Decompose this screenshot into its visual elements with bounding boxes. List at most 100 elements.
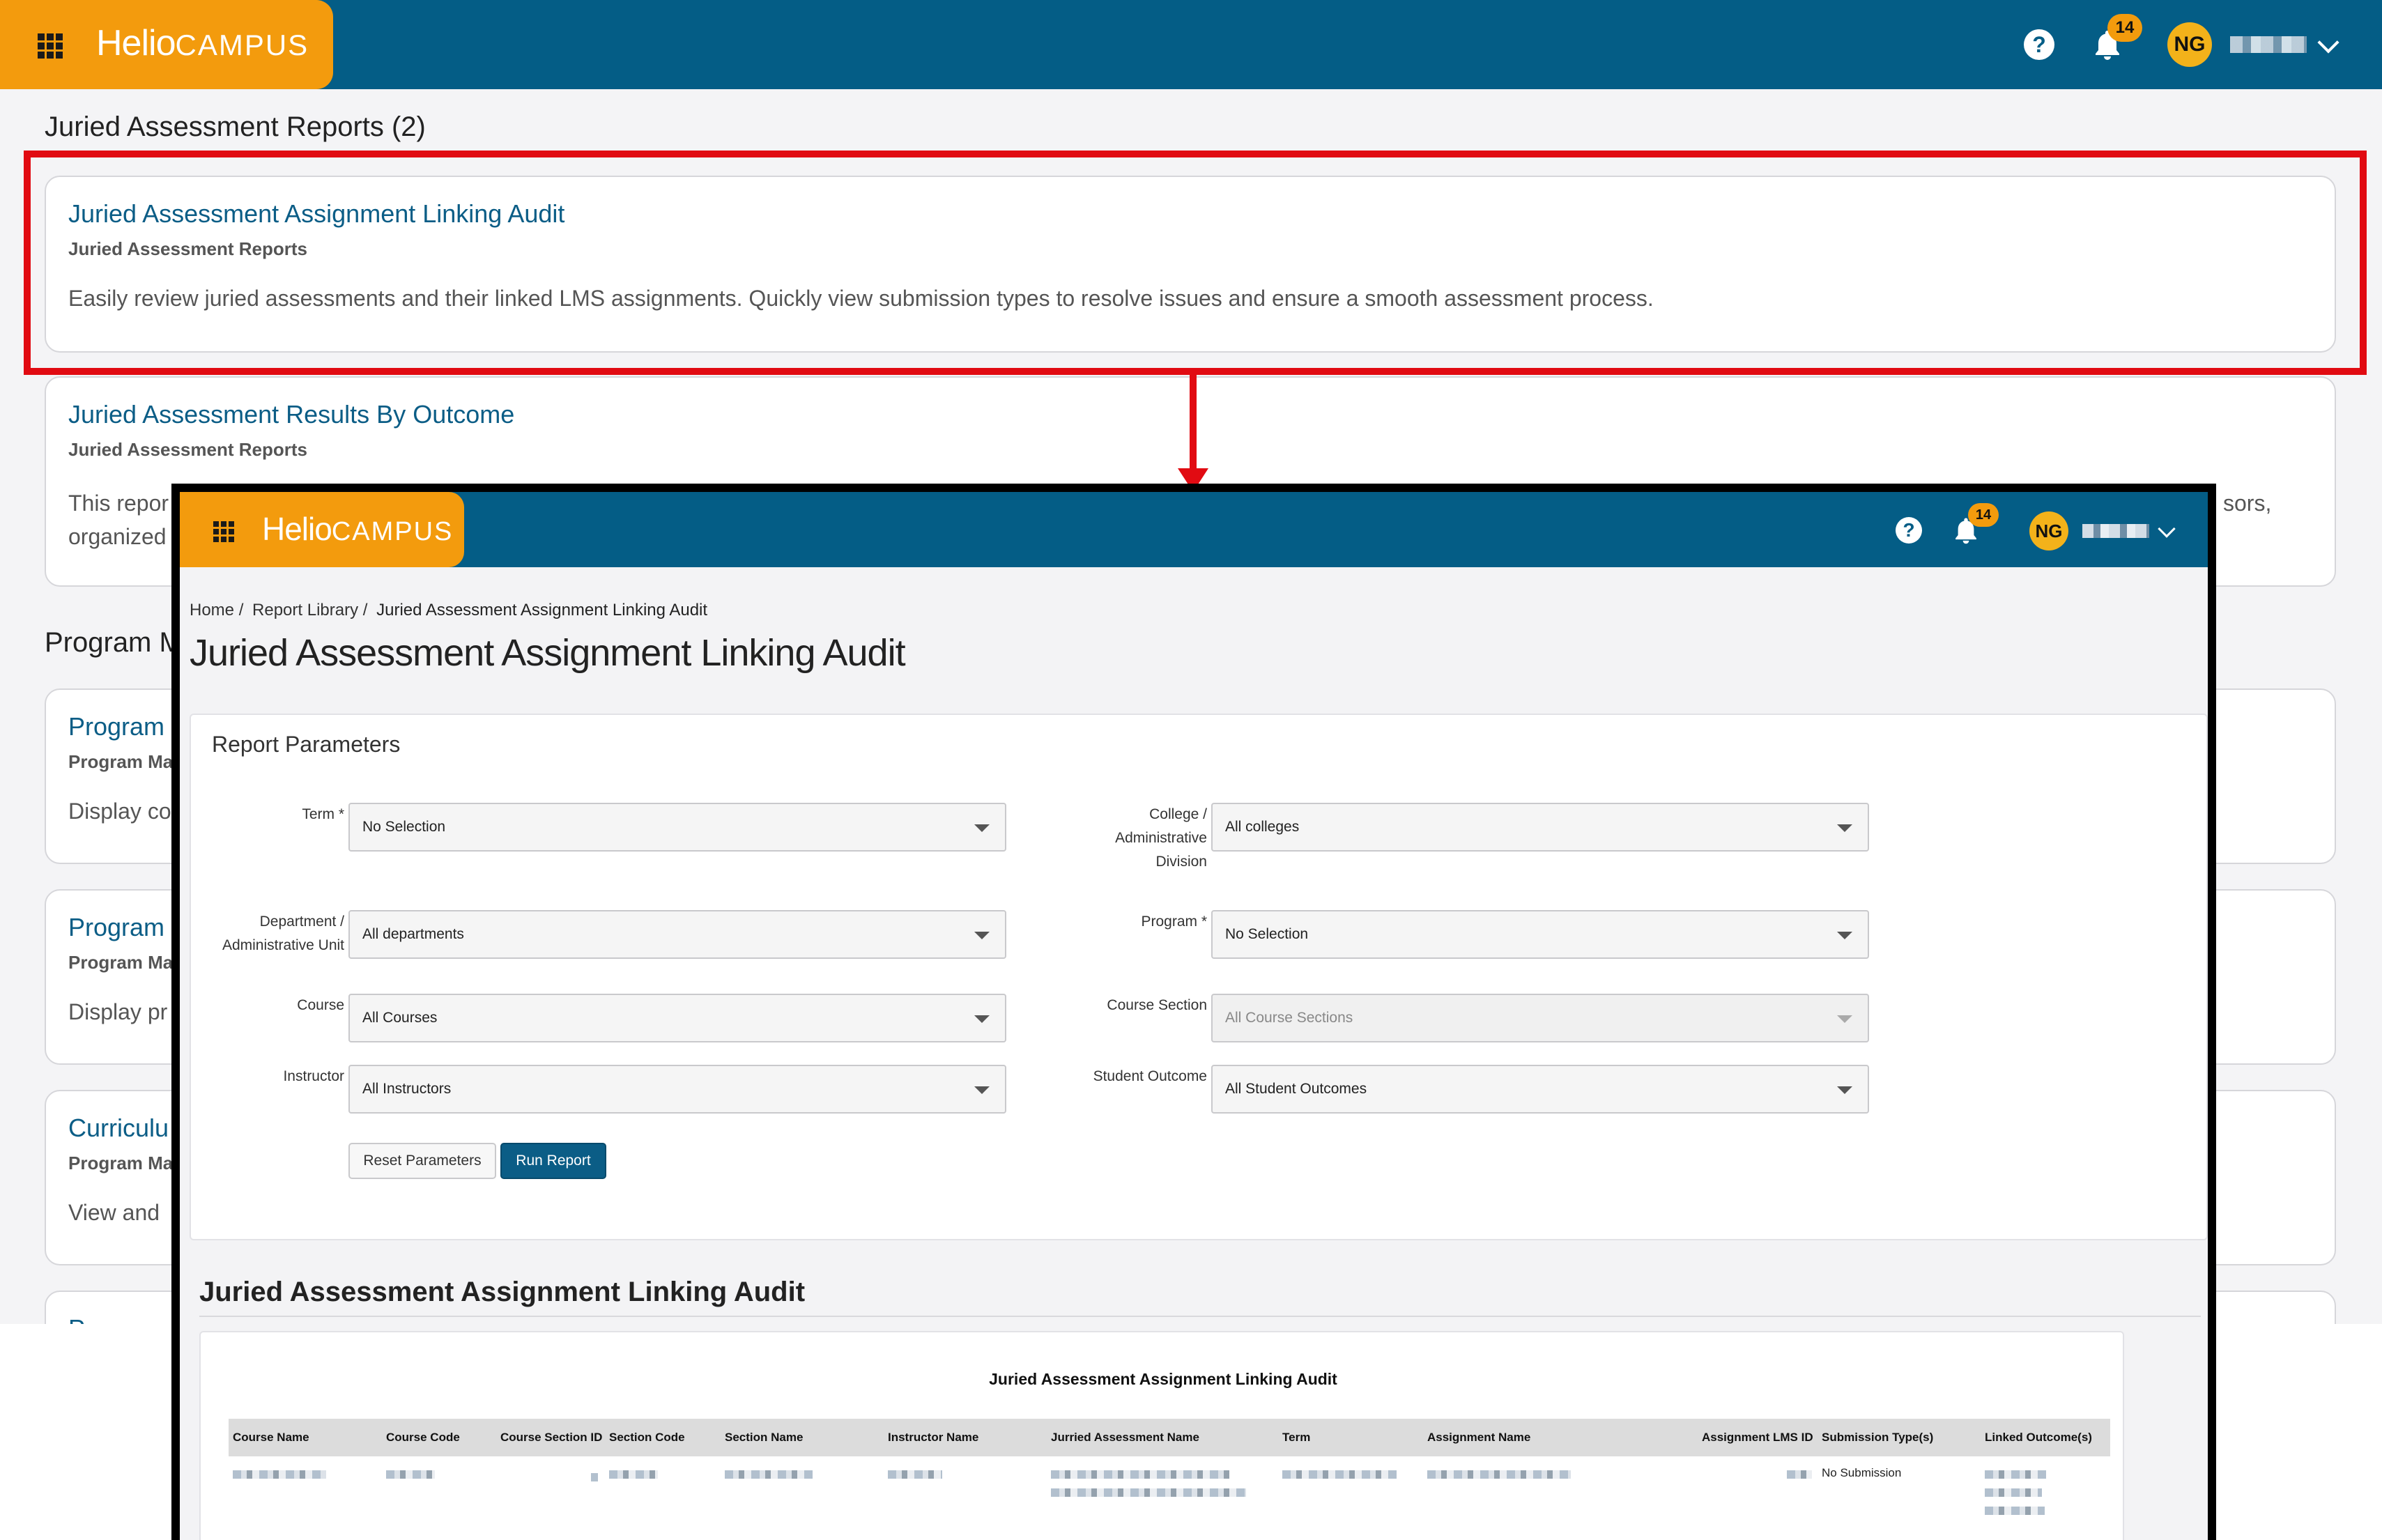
user-avatar[interactable]: NG [2167,22,2212,67]
department-select[interactable]: All departments [348,910,1006,959]
table-header: Course Name Course Code Course Section I… [229,1419,2110,1456]
heliocampus-logo[interactable]: HelioCAMPUS [96,22,309,64]
user-name-redacted [2082,524,2149,538]
report-results-card: Juried Assessment Assignment Linking Aud… [199,1331,2124,1540]
section-title: Program M [45,627,183,658]
redacted-cell [1282,1470,1397,1479]
redacted-cell [386,1470,435,1479]
redacted-cell [591,1473,598,1481]
report-card-title[interactable]: Juried Assessment Results By Outcome [68,400,514,429]
course-section-label: Course Section [1107,997,1207,1013]
results-title: Juried Assessment Assignment Linking Aud… [199,1277,806,1307]
dropdown-arrow-icon [974,1015,990,1023]
report-card-title[interactable]: Program [68,913,164,942]
redacted-cell [1051,1470,1229,1479]
redacted-cell [609,1470,658,1479]
page-title: Juried Assessment Assignment Linking Aud… [190,632,906,674]
column-header[interactable]: Course Name [233,1419,309,1456]
report-card-description: Display co [68,799,171,824]
breadcrumb-home[interactable]: Home / [190,601,243,619]
top-navigation-bar: HelioCAMPUS ? 14 NG [180,492,2208,567]
instructor-select[interactable]: All Instructors [348,1065,1006,1114]
column-header[interactable]: Course Section ID [500,1419,602,1456]
column-header[interactable]: Linked Outcome(s) [1985,1419,2092,1456]
redacted-cell [233,1470,326,1479]
department-label: Department / Administrative Unit [222,914,344,953]
brand-area: HelioCAMPUS [180,492,464,567]
app-launcher-icon[interactable] [213,521,234,542]
user-name-redacted [2230,36,2307,53]
column-header[interactable]: Term [1282,1419,1310,1456]
redacted-cell [725,1470,813,1479]
top-navigation-bar: HelioCAMPUS ? 14 NG [0,0,2382,89]
help-icon[interactable]: ? [2024,29,2054,60]
table-title: Juried Assessment Assignment Linking Aud… [989,1370,1337,1388]
user-avatar[interactable]: NG [2029,511,2068,550]
report-card-category: Juried Assessment Reports [68,439,307,460]
brand-area: HelioCAMPUS [0,0,333,89]
dropdown-arrow-icon [974,932,990,939]
dropdown-arrow-icon [974,1086,990,1094]
column-header[interactable]: Section Code [609,1419,685,1456]
dropdown-arrow-icon [1837,1015,1852,1023]
callout-arrow [1190,375,1197,474]
redacted-cell [1985,1488,2042,1497]
chevron-down-icon[interactable] [2158,520,2176,538]
redacted-cell [1427,1470,1571,1479]
college-select[interactable]: All colleges [1211,803,1869,852]
redacted-cell [1787,1470,1812,1479]
column-header[interactable]: Course Code [386,1419,460,1456]
results-divider [199,1316,2201,1317]
report-page-screenshot: HelioCAMPUS ? 14 NG Home / Report Librar… [171,484,2216,1540]
report-card-description-tail: sors, [2223,491,2272,516]
column-header[interactable]: Jurried Assessment Name [1051,1419,1199,1456]
report-card-title[interactable]: Program [68,712,164,741]
redacted-cell [888,1470,942,1479]
program-select[interactable]: No Selection [1211,910,1869,959]
help-icon[interactable]: ? [1896,517,1922,544]
breadcrumb-report-library[interactable]: Report Library / [252,601,367,619]
dropdown-arrow-icon [1837,1086,1852,1094]
report-card-category: Program Ma [68,1153,174,1173]
report-parameters-panel: Report Parameters Term * No Selection Co… [190,714,2208,1240]
student-outcome-select[interactable]: All Student Outcomes [1211,1065,1869,1114]
app-launcher-icon[interactable] [38,33,63,59]
highlight-box [24,151,2367,375]
column-header[interactable]: Section Name [725,1419,803,1456]
report-card-description: This repor organized [68,491,169,549]
panel-title: Report Parameters [212,732,401,757]
heliocampus-logo[interactable]: HelioCAMPUS [262,510,453,548]
column-header[interactable]: Assignment LMS ID [1702,1419,1813,1456]
report-page: HelioCAMPUS ? 14 NG Home / Report Librar… [180,492,2208,1540]
report-card-description: Display pr [68,999,168,1024]
breadcrumb: Home / Report Library / Juried Assessmen… [190,601,712,620]
redacted-cell [1985,1470,2046,1479]
report-card-title[interactable]: Curriculu [68,1114,169,1143]
report-card-category: Program Ma [68,751,174,772]
chevron-down-icon[interactable] [2317,31,2339,54]
term-label: Term * [302,806,344,822]
reset-parameters-button[interactable]: Reset Parameters [348,1143,496,1179]
table-row: No Submission [229,1456,2110,1540]
program-label: Program * [1141,914,1207,930]
column-header[interactable]: Assignment Name [1427,1419,1530,1456]
dropdown-arrow-icon [974,824,990,832]
report-card-description: View and [68,1200,160,1225]
notification-count-badge: 14 [1968,503,1999,527]
course-section-select: All Course Sections [1211,994,1869,1042]
notification-count-badge: 14 [2107,14,2142,42]
column-header[interactable]: Instructor Name [888,1419,978,1456]
student-outcome-label: Student Outcome [1093,1068,1207,1084]
submission-type-cell: No Submission [1822,1466,1902,1479]
course-select[interactable]: All Courses [348,994,1006,1042]
report-card-category: Program Ma [68,952,174,973]
term-select[interactable]: No Selection [348,803,1006,852]
dropdown-arrow-icon [1837,824,1852,832]
course-label: Course [297,997,344,1013]
run-report-button[interactable]: Run Report [500,1143,606,1179]
redacted-cell [1985,1507,2045,1515]
college-label: College / Administrative Division [1115,806,1207,870]
column-header[interactable]: Submission Type(s) [1822,1419,1933,1456]
instructor-label: Instructor [283,1068,344,1084]
section-title: Juried Assessment Reports (2) [45,111,426,142]
